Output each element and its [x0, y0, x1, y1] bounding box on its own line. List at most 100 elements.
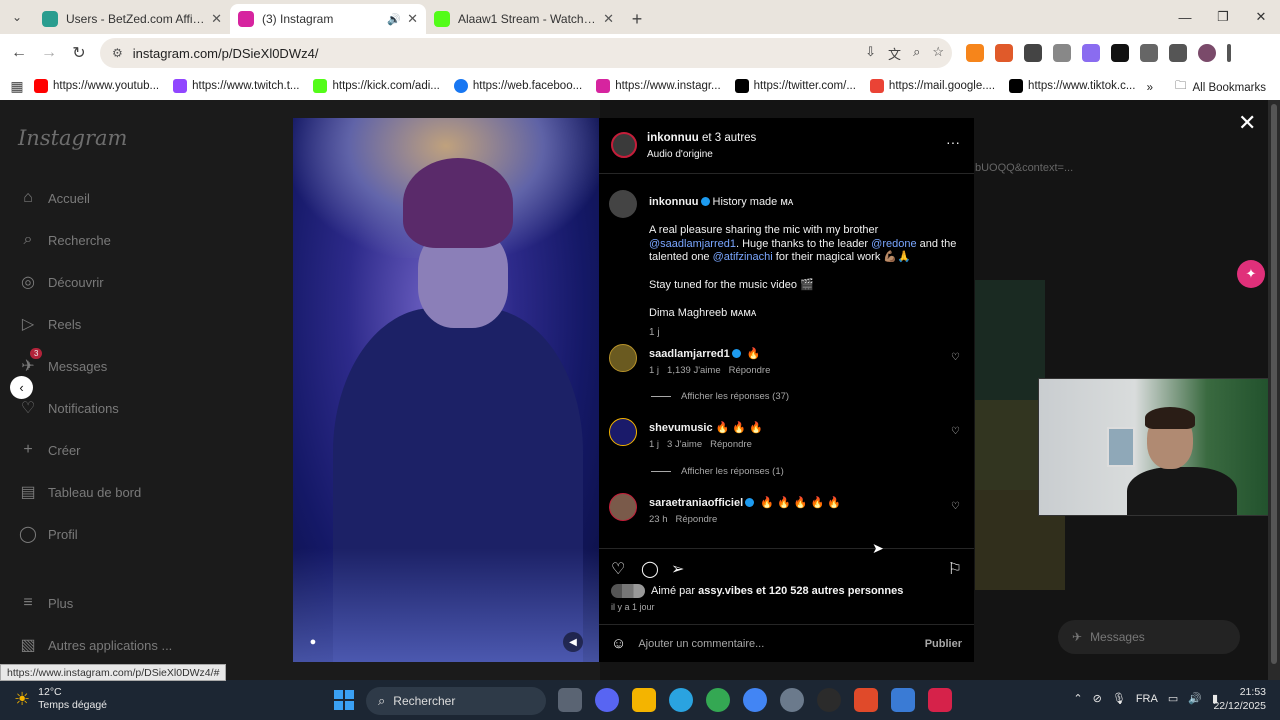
tagged-user-icon[interactable]: ● [305, 634, 321, 650]
publish-button[interactable]: Publier [925, 638, 962, 650]
microphone-icon[interactable]: 🎙 [1112, 692, 1126, 705]
share-icon[interactable]: ➢ [671, 559, 684, 579]
avatar[interactable] [1198, 44, 1216, 62]
bookmark-gmail[interactable]: https://mail.google.... [869, 79, 995, 93]
liked-by-count[interactable]: et 120 528 autres personnes [756, 585, 903, 597]
extension-icon[interactable] [1024, 44, 1042, 62]
author-name[interactable]: inkonnuu [647, 132, 699, 144]
tab-search-icon[interactable]: ⌄ [0, 0, 34, 34]
scrollbar-thumb[interactable] [1271, 104, 1277, 664]
reply-button[interactable]: Répondre [676, 514, 718, 525]
comment-likes[interactable]: 3 J'aime [667, 439, 702, 450]
post-author[interactable]: inkonnuu et 3 autres [647, 132, 756, 144]
speaker-icon[interactable]: 🔊 [387, 13, 401, 26]
comment-input[interactable]: Ajouter un commentaire... [638, 638, 924, 650]
task-view-icon[interactable] [558, 688, 582, 712]
menu-kebab-icon[interactable] [1227, 44, 1231, 62]
emoji-icon[interactable]: ☺ [611, 635, 626, 652]
close-window-icon[interactable]: ✕ [1242, 0, 1280, 34]
nav-profile[interactable]: ◯ Profil [18, 524, 78, 544]
chrome-icon[interactable] [706, 688, 730, 712]
nav-more[interactable]: ≡ Plus [18, 593, 73, 613]
bookmark-facebook[interactable]: https://web.faceboo... [453, 79, 582, 93]
bookmark-tiktok[interactable]: https://www.tiktok.c... [1009, 79, 1135, 93]
reply-button[interactable]: Répondre [710, 439, 752, 450]
nav-create[interactable]: + Créer [18, 440, 80, 460]
extension-icon[interactable] [995, 44, 1013, 62]
settings-icon[interactable] [780, 688, 804, 712]
file-explorer-icon[interactable] [632, 688, 656, 712]
windows-start-icon[interactable] [334, 690, 354, 710]
view-replies[interactable]: Afficher les réponses (37) [651, 391, 789, 402]
language-indicator[interactable]: FRA [1136, 693, 1158, 705]
collaborators[interactable]: et 3 autres [702, 132, 756, 144]
liked-by-user[interactable]: assy.vibes [698, 585, 753, 597]
liked-by[interactable]: Aimé par assy.vibes et 120 528 autres pe… [611, 584, 903, 598]
nav-search[interactable]: ⌕ Recherche [18, 230, 111, 250]
nav-messages[interactable]: ✈ 3 Messages [18, 348, 107, 376]
extension-icon[interactable] [1082, 44, 1100, 62]
reload-icon[interactable]: ↻ [64, 38, 94, 68]
bookmark-youtube[interactable]: https://www.youtub... [34, 79, 159, 93]
heart-icon[interactable]: ♡ [951, 426, 960, 437]
heart-icon[interactable]: ♡ [951, 501, 960, 512]
minimize-icon[interactable]: — [1166, 0, 1204, 34]
maximize-icon[interactable]: ❐ [1204, 0, 1242, 34]
media-icon[interactable] [1169, 44, 1187, 62]
zoom-icon[interactable]: ⌕ [913, 44, 920, 63]
audio-icon[interactable]: ◀ [563, 632, 583, 652]
app-tray-icon[interactable]: ⊘ [1093, 692, 1102, 705]
close-tab-icon[interactable]: ✕ [211, 11, 222, 27]
nav-reels[interactable]: ▷ Reels [18, 314, 81, 334]
comment-author[interactable]: saadlamjarred1 [649, 348, 730, 360]
display-icon[interactable]: ▭ [1168, 692, 1178, 705]
reply-button[interactable]: Répondre [729, 365, 771, 376]
apps-grid-icon[interactable]: ▦ [0, 78, 34, 95]
bookmark-twitter[interactable]: https://twitter.com/... [734, 79, 856, 93]
mention-link[interactable]: @saadlamjarred1 [649, 238, 736, 250]
new-tab-button[interactable]: + [622, 4, 652, 34]
site-info-icon[interactable]: ⚙ [112, 46, 123, 60]
forward-icon[interactable]: → [34, 38, 64, 68]
notepad-icon[interactable] [891, 688, 915, 712]
mention-link[interactable]: @atifzinachi [713, 251, 773, 263]
comment-likes[interactable]: 1,139 J'aime [667, 365, 721, 376]
metamask-icon[interactable] [966, 44, 984, 62]
chevron-left-icon[interactable]: ‹ [10, 376, 33, 399]
reel-video[interactable]: ● ◀ [293, 118, 599, 662]
volume-icon[interactable]: 🔊 [1188, 692, 1202, 705]
nav-dashboard[interactable]: ▤ Tableau de bord [18, 482, 141, 502]
tab-kick[interactable]: Alaaw1 Stream - Watch Live on ✕ [426, 4, 622, 34]
taskbar-clock[interactable]: 21:53 22/12/2025 [1213, 686, 1266, 713]
telegram-icon[interactable] [669, 688, 693, 712]
avatar[interactable] [609, 190, 637, 218]
caption-author[interactable]: inkonnuu [649, 196, 699, 208]
avatar[interactable] [609, 344, 637, 372]
avatar[interactable] [609, 493, 637, 521]
close-tab-icon[interactable]: ✕ [407, 11, 418, 27]
comment-icon[interactable]: ◯ [641, 559, 659, 579]
mention-link[interactable]: @redone [871, 238, 916, 250]
nav-other-apps[interactable]: ▧ Autres applications ... [18, 635, 172, 655]
obs-icon[interactable] [817, 688, 841, 712]
taskbar-search[interactable]: ⌕ Rechercher [366, 687, 546, 715]
install-icon[interactable]: ⇩ [865, 44, 876, 63]
chevron-up-icon[interactable]: ⌃ [1073, 692, 1082, 705]
save-icon[interactable]: ⚐ [948, 559, 962, 579]
view-replies[interactable]: Afficher les réponses (1) [651, 466, 784, 477]
close-icon[interactable]: ✕ [1238, 110, 1256, 136]
back-icon[interactable]: ← [4, 38, 34, 68]
bookmark-star-icon[interactable]: ☆ [932, 44, 944, 63]
tab-betzed[interactable]: Users - BetZed.com Affiliate ✕ [34, 4, 230, 34]
avatar[interactable] [609, 418, 637, 446]
messages-floating-button[interactable]: ✈ Messages [1058, 620, 1240, 654]
weather-widget[interactable]: ☀ 12°C Temps dégagé [14, 686, 107, 712]
app-icon[interactable] [928, 688, 952, 712]
nav-notifications[interactable]: ♡ Notifications [18, 398, 119, 418]
comment-author[interactable]: shevumusic [649, 422, 713, 434]
audio-label[interactable]: Audio d'origine [647, 149, 713, 160]
close-tab-icon[interactable]: ✕ [603, 11, 614, 27]
url-field[interactable]: ⚙ instagram.com/p/DSieXl0DWz4/ ⇩ 文 ⌕ ☆ [100, 38, 952, 68]
bookmark-instagram[interactable]: https://www.instagr... [596, 79, 721, 93]
store-icon[interactable] [854, 688, 878, 712]
